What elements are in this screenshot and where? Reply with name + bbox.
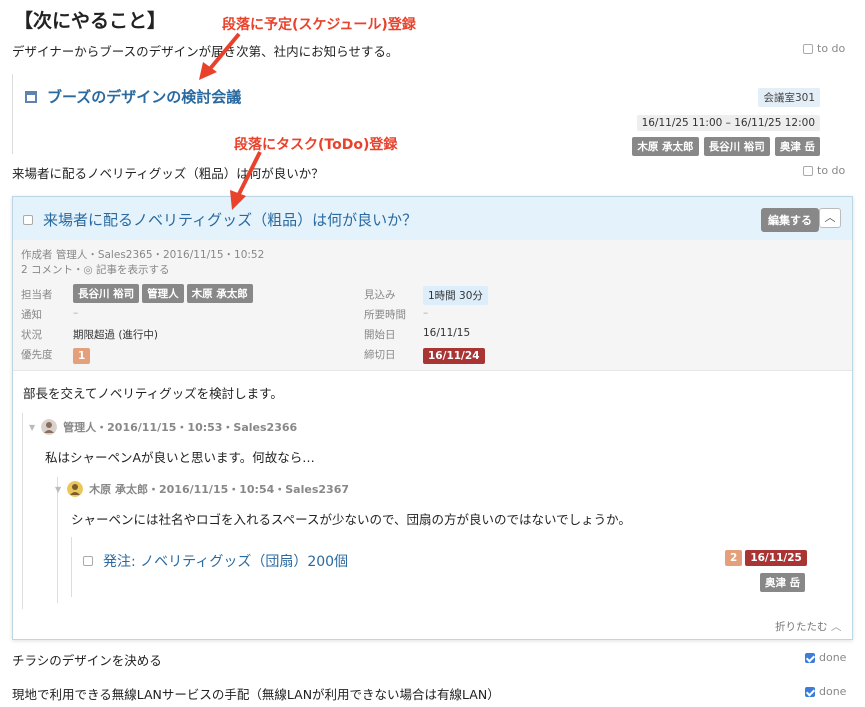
status-value: 期限超過 (進行中) xyxy=(73,329,159,341)
subtask-due: 16/11/25 xyxy=(745,550,807,566)
done-label: done xyxy=(819,685,847,698)
event-meta: 会議室301 16/11/25 11:00 – 16/11/25 12:00 木… xyxy=(632,86,820,156)
avatar xyxy=(67,481,84,497)
task-title[interactable]: 来場者に配るノベリティグッズ（粗品）は何が良いか？ xyxy=(43,209,417,230)
comments-line[interactable]: 2 コメント・◎ 記事を表示する xyxy=(21,262,170,277)
priority-badge: 1 xyxy=(73,344,91,364)
checkbox-checked-icon[interactable] xyxy=(805,686,815,697)
elapsed-label: 所要時間 xyxy=(364,309,406,321)
subtask-assignee: 奥津 岳 xyxy=(760,571,806,592)
checkbox-icon[interactable] xyxy=(803,165,813,176)
thread-line xyxy=(22,413,23,609)
estimate-value: 1時間 30分 xyxy=(423,284,488,305)
subtask-title[interactable]: 発注: ノベリティグッズ（団扇）200個 xyxy=(103,551,348,571)
subtask-checkbox[interactable] xyxy=(83,556,93,566)
task-body: 部長を交えてノベリティグッズを検討します。 xyxy=(23,386,283,401)
attendee-badge: 奥津 岳 xyxy=(774,137,820,156)
attendee-badge: 長谷川 裕司 xyxy=(703,137,770,156)
subtask-row: 発注: ノベリティグッズ（団扇）200個 xyxy=(83,551,348,571)
task-card: 来場者に配るノベリティグッズ（粗品）は何が良いか？ 編集する ︿ 作成者 管理人… xyxy=(12,196,853,640)
todo-label: to do xyxy=(817,164,846,177)
event-datetime: 16/11/25 11:00 – 16/11/25 12:00 xyxy=(636,115,820,131)
assignee-list: 長谷川 裕司 管理人 木原 承太郎 xyxy=(73,284,253,303)
subtask-priority: 2 xyxy=(725,550,743,566)
event-title[interactable]: ブーズのデザインの検討会議 xyxy=(47,86,241,107)
annotation-schedule: 段落に予定(スケジュール)登録 xyxy=(222,17,416,33)
task-checkbox[interactable] xyxy=(23,214,33,225)
comment-1-meta: ▼ 管理人・2016/11/15・10:53・Sales2366 xyxy=(29,419,298,435)
chevron-up-icon[interactable]: ︿ xyxy=(819,208,841,228)
start-label: 開始日 xyxy=(364,329,396,341)
task-meta: 作成者 管理人・Sales2365・2016/11/15・10:52 2 コメン… xyxy=(13,240,852,371)
priority-label: 優先度 xyxy=(21,349,53,361)
paragraph-2: 来場者に配るノベリティグッズ（粗品）は何が良いか？ xyxy=(12,166,324,181)
fold-link[interactable]: 折りたたむ ︿ xyxy=(775,619,841,634)
done-toggle-4[interactable]: done xyxy=(805,685,846,698)
comment-2-meta: ▼ 木原 承太郎・2016/11/15・10:54・Sales2367 xyxy=(55,481,350,497)
caret-down-icon[interactable]: ▼ xyxy=(29,423,35,432)
paragraph-4: 現地で利用できる無線LANサービスの手配（無線LANが利用できない場合は有線LA… xyxy=(12,687,500,702)
task-card-header: 来場者に配るノベリティグッズ（粗品）は何が良いか？ 編集する ︿ xyxy=(13,197,852,240)
checkbox-icon[interactable] xyxy=(803,43,813,54)
calendar-icon xyxy=(25,90,37,103)
done-label: done xyxy=(819,651,847,664)
assignee-badge: 管理人 xyxy=(142,284,184,303)
due-label: 締切日 xyxy=(364,349,396,361)
annotation-arrow-icon xyxy=(230,151,262,210)
author-line: 作成者 管理人・Sales2365・2016/11/15・10:52 xyxy=(21,249,265,261)
edit-button[interactable]: 編集する xyxy=(761,208,819,232)
event-block: ブーズのデザインの検討会議 会議室301 16/11/25 11:00 – 16… xyxy=(12,74,820,156)
paragraph-3: チラシのデザインを決める xyxy=(12,653,162,668)
task-title-row: 来場者に配るノベリティグッズ（粗品）は何が良いか？ xyxy=(23,209,417,230)
chevron-up-icon: ︿ xyxy=(830,621,842,633)
room-badge: 会議室301 xyxy=(758,88,820,107)
assignee-label: 担当者 xyxy=(21,289,53,301)
done-toggle-3[interactable]: done xyxy=(805,651,846,664)
subtask-badges: 2 16/11/25 xyxy=(725,550,807,566)
status-label: 状況 xyxy=(21,329,42,341)
todo-label: to do xyxy=(817,42,846,55)
avatar xyxy=(41,419,58,435)
section-heading: 【次にやること】 xyxy=(14,10,167,32)
assignee-badge: 長谷川 裕司 xyxy=(73,284,140,303)
comment-1-text: 私はシャーペンAが良いと思います。何故なら… xyxy=(45,450,315,465)
comment-2-text: シャーペンには社名やロゴを入れるスペースが少ないので、団扇の方が良いのではないで… xyxy=(71,512,631,527)
checkbox-checked-icon[interactable] xyxy=(805,652,815,663)
due-value: 16/11/24 xyxy=(423,344,485,364)
start-value: 16/11/15 xyxy=(423,327,471,339)
elapsed-value: – xyxy=(423,307,429,319)
thread-line xyxy=(71,537,72,597)
assignee-badge: 木原 承太郎 xyxy=(186,284,253,303)
todo-toggle-2[interactable]: to do xyxy=(803,164,845,177)
todo-toggle-1[interactable]: to do xyxy=(803,42,845,55)
caret-down-icon[interactable]: ▼ xyxy=(55,485,61,494)
notify-value: – xyxy=(73,307,79,319)
event-title-row[interactable]: ブーズのデザインの検討会議 xyxy=(25,86,241,107)
notify-label: 通知 xyxy=(21,309,42,321)
attendee-badge: 木原 承太郎 xyxy=(632,137,699,156)
estimate-label: 見込み xyxy=(364,289,396,301)
